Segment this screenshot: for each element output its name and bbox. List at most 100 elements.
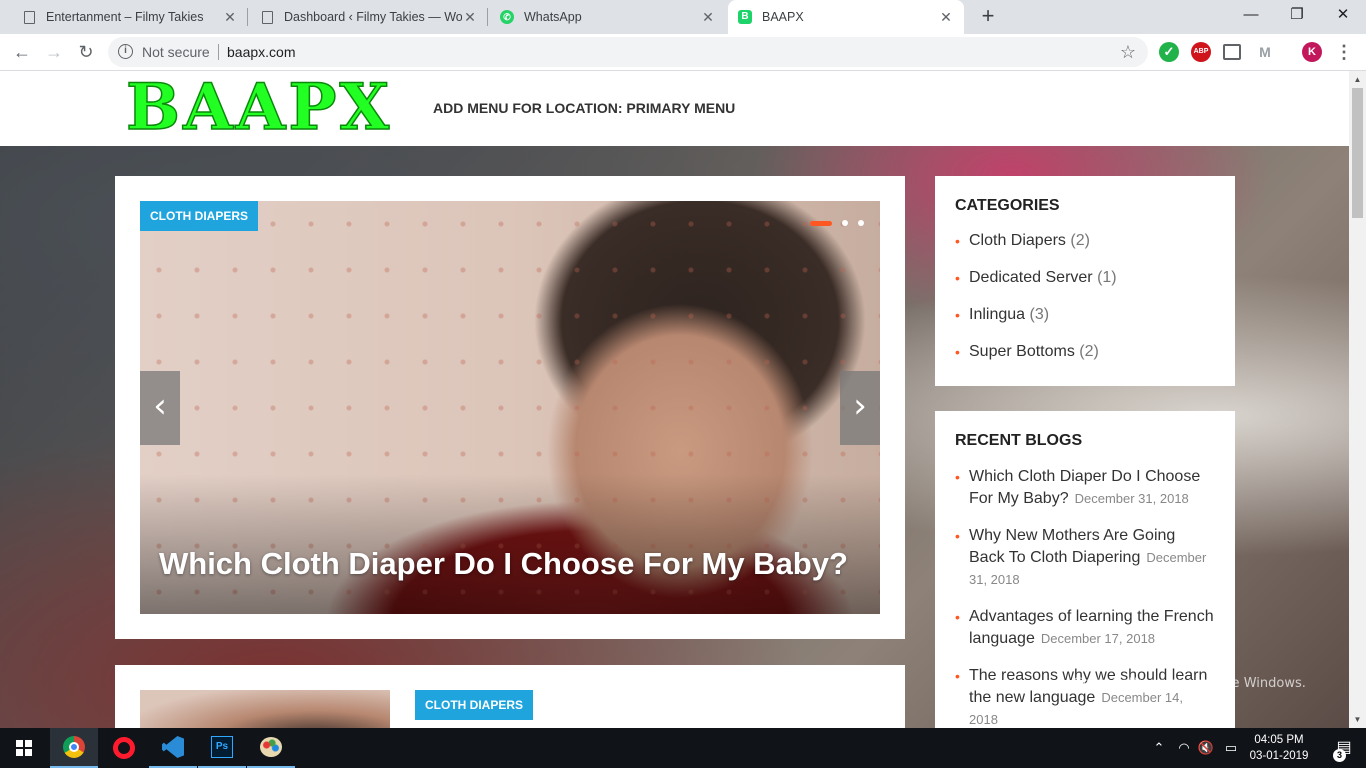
security-label[interactable]: Not secure: [142, 44, 210, 60]
close-tab-icon[interactable]: ✕: [222, 9, 238, 26]
recent-blog-item[interactable]: • Advantages of learning the French langu…: [955, 606, 1215, 650]
restore-icon[interactable]: ❐: [1274, 0, 1320, 30]
recent-blog-item[interactable]: • Which Cloth Diaper Do I Choose For My B…: [955, 466, 1215, 510]
forward-arrow-icon[interactable]: →: [42, 40, 66, 64]
bullet-icon: •: [955, 668, 960, 684]
category-count: (1): [1097, 269, 1117, 286]
scroll-up-arrow-icon[interactable]: ▲: [1349, 71, 1366, 88]
category-link[interactable]: Dedicated Server: [969, 269, 1093, 286]
browser-toolbar: ← → ↻ i Not secure baapx.com ☆ ✓ ABP M K…: [0, 34, 1366, 71]
close-tab-icon[interactable]: ✕: [700, 9, 716, 26]
bullet-icon: •: [955, 609, 960, 625]
notification-count-badge: 3: [1333, 749, 1346, 762]
slider-prev-arrow-icon[interactable]: ‹: [140, 371, 180, 445]
scroll-down-arrow-icon[interactable]: ▼: [1349, 711, 1366, 728]
tab-baapx[interactable]: B BAAPX ✕: [728, 0, 964, 34]
mail-extension-icon[interactable]: M: [1255, 42, 1275, 62]
taskbar-photoshop[interactable]: Ps: [198, 728, 246, 768]
post-card: CLOTH DIAPERS: [115, 665, 905, 728]
category-item[interactable]: • Dedicated Server (1): [955, 268, 1215, 305]
extension-check-icon[interactable]: ✓: [1159, 42, 1179, 62]
paint-icon: [260, 737, 282, 757]
back-arrow-icon[interactable]: ←: [10, 40, 34, 64]
slide-title[interactable]: Which Cloth Diaper Do I Choose For My Ba…: [159, 546, 848, 582]
profile-avatar[interactable]: K: [1302, 42, 1322, 62]
bullet-icon: •: [955, 270, 960, 286]
chrome-icon: [63, 736, 85, 758]
tab-title: Dashboard ‹ Filmy Takies — WordPress: [284, 10, 462, 24]
photoshop-icon: Ps: [211, 736, 233, 758]
page-scrollbar[interactable]: ▲ ▼: [1349, 71, 1366, 728]
tab-title: Entertanment – Filmy Takies: [46, 10, 204, 24]
windows-logo-icon: [16, 740, 32, 756]
category-link[interactable]: Super Bottoms: [969, 343, 1075, 360]
category-badge[interactable]: CLOTH DIAPERS: [415, 690, 534, 720]
system-clock[interactable]: 04:05 PM 03-01-2019: [1244, 732, 1314, 764]
close-tab-icon[interactable]: ✕: [462, 9, 478, 26]
url-text[interactable]: baapx.com: [227, 44, 295, 60]
address-bar[interactable]: i Not secure baapx.com ☆: [108, 37, 1148, 67]
recent-blog-item[interactable]: • Why New Mothers Are Going Back To Cloth…: [955, 525, 1215, 591]
taskbar-opera[interactable]: [100, 728, 148, 768]
bullet-icon: •: [955, 233, 960, 249]
page-viewport: BAAPX ADD MENU FOR LOCATION: PRIMARY MEN…: [0, 71, 1349, 728]
activate-windows-watermark: Activate Windows Go to Settings to activ…: [1073, 652, 1306, 692]
info-icon[interactable]: i: [118, 44, 133, 59]
adblock-plus-icon[interactable]: ABP: [1191, 42, 1211, 62]
new-tab-button[interactable]: +: [976, 5, 1000, 29]
opera-icon: [113, 737, 135, 759]
bookmark-star-icon[interactable]: ☆: [1120, 42, 1136, 63]
show-hidden-icons-chevron-icon[interactable]: ⌃: [1150, 728, 1168, 768]
slider-pagination: [810, 220, 864, 226]
volume-muted-icon[interactable]: 🔇: [1196, 728, 1216, 768]
screenshot-extension-icon[interactable]: [1223, 44, 1241, 60]
taskbar-vscode[interactable]: [149, 728, 197, 768]
wifi-icon[interactable]: ◠: [1174, 728, 1194, 768]
reload-icon[interactable]: ↻: [74, 40, 98, 64]
category-link[interactable]: Inlingua: [969, 306, 1025, 323]
category-count: (3): [1029, 306, 1050, 323]
featured-slider: CLOTH DIAPERS ‹ › Which Cloth Diaper Do …: [115, 176, 905, 639]
browser-tab-strip: Entertanment – Filmy Takies ✕ Dashboard …: [0, 0, 1366, 34]
menu-kebab-icon[interactable]: ⋮: [1334, 42, 1354, 62]
close-window-icon[interactable]: ✕: [1320, 0, 1366, 30]
tab-whatsapp[interactable]: ✆ WhatsApp ✕: [490, 0, 726, 34]
post-thumbnail[interactable]: [140, 690, 390, 728]
category-link[interactable]: Cloth Diapers: [969, 232, 1066, 249]
category-badge[interactable]: CLOTH DIAPERS: [140, 201, 259, 231]
watermark-title: Activate Windows: [1073, 651, 1233, 672]
divider: [218, 44, 219, 60]
site-logo[interactable]: BAAPX: [125, 74, 392, 142]
tab-dashboard[interactable]: Dashboard ‹ Filmy Takies — WordPress ✕: [250, 0, 488, 34]
category-item[interactable]: • Super Bottoms (2): [955, 342, 1215, 379]
primary-menu-notice[interactable]: ADD MENU FOR LOCATION: PRIMARY MENU: [433, 100, 735, 116]
site-header: BAAPX ADD MENU FOR LOCATION: PRIMARY MEN…: [0, 71, 1349, 146]
tab-title: WhatsApp: [524, 10, 582, 24]
slide-image[interactable]: CLOTH DIAPERS ‹ › Which Cloth Diaper Do …: [140, 201, 880, 614]
baapx-favicon: B: [738, 10, 752, 24]
vscode-icon: [162, 736, 184, 758]
slider-dot-active[interactable]: [810, 220, 832, 226]
taskbar-chrome[interactable]: [50, 728, 98, 768]
document-icon: [22, 10, 36, 24]
category-item[interactable]: • Inlingua (3): [955, 305, 1215, 342]
tab-title: BAAPX: [762, 10, 804, 24]
widget-title: RECENT BLOGS: [955, 432, 1083, 449]
slider-dot[interactable]: [842, 220, 848, 226]
minimize-icon[interactable]: —: [1228, 0, 1274, 30]
close-tab-icon[interactable]: ✕: [938, 9, 954, 26]
taskbar-paint[interactable]: [247, 728, 295, 768]
start-button[interactable]: [0, 728, 48, 768]
action-center-icon[interactable]: ▤: [1322, 728, 1366, 768]
battery-icon[interactable]: ▭: [1220, 728, 1242, 768]
document-icon: [260, 10, 274, 24]
clock-time: 04:05 PM: [1254, 734, 1304, 746]
scroll-thumb[interactable]: [1352, 88, 1363, 218]
tab-entertainment[interactable]: Entertanment – Filmy Takies ✕: [12, 0, 248, 34]
categories-widget: CATEGORIES • Cloth Diapers (2) • Dedicated…: [935, 176, 1235, 386]
blog-link[interactable]: Why New Mothers Are Going Back To Cloth …: [969, 527, 1175, 566]
slider-dot[interactable]: [858, 220, 864, 226]
category-item[interactable]: • Cloth Diapers (2): [955, 231, 1215, 268]
slider-next-arrow-icon[interactable]: ›: [840, 371, 880, 445]
blog-date: December 31, 2018: [1074, 491, 1189, 506]
